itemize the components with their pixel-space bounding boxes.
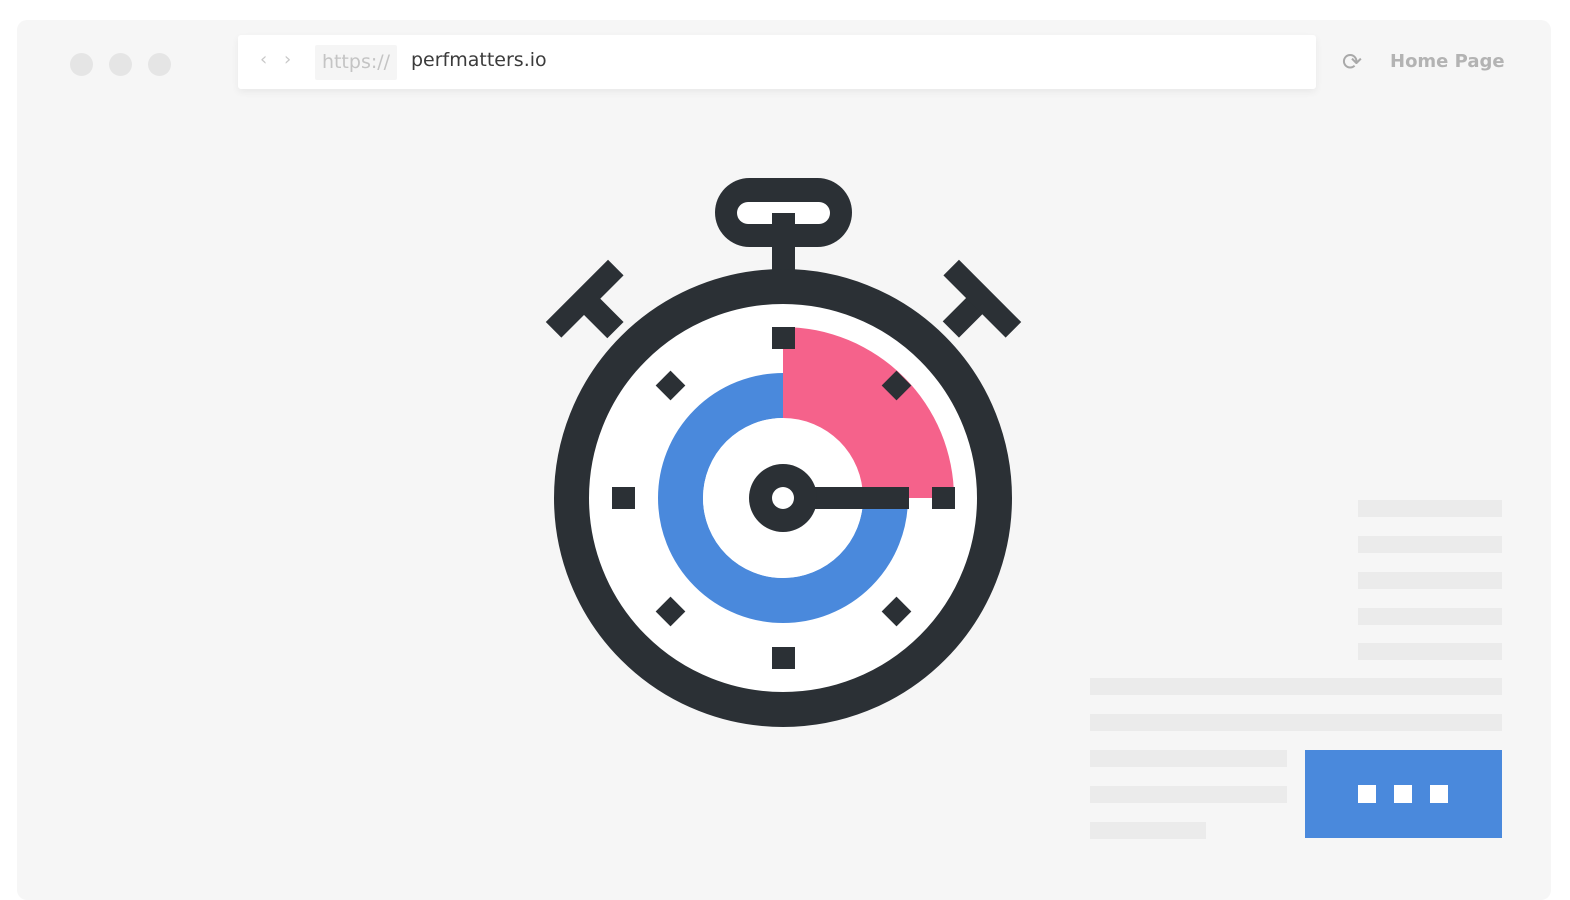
- placeholder-line: [1358, 572, 1502, 589]
- dot-icon: [1430, 785, 1448, 803]
- placeholder-line: [1090, 678, 1502, 695]
- placeholder-line: [1358, 536, 1502, 553]
- placeholder-line: [1090, 786, 1287, 803]
- dot-icon: [1394, 785, 1412, 803]
- placeholder-line: [1358, 608, 1502, 625]
- placeholder-line: [1358, 643, 1502, 660]
- placeholder-line: [1090, 750, 1287, 767]
- placeholder-line: [1090, 822, 1206, 839]
- placeholder-line: [1090, 714, 1502, 731]
- more-button[interactable]: [1305, 750, 1502, 838]
- dot-icon: [1358, 785, 1376, 803]
- placeholder-line: [1358, 500, 1502, 517]
